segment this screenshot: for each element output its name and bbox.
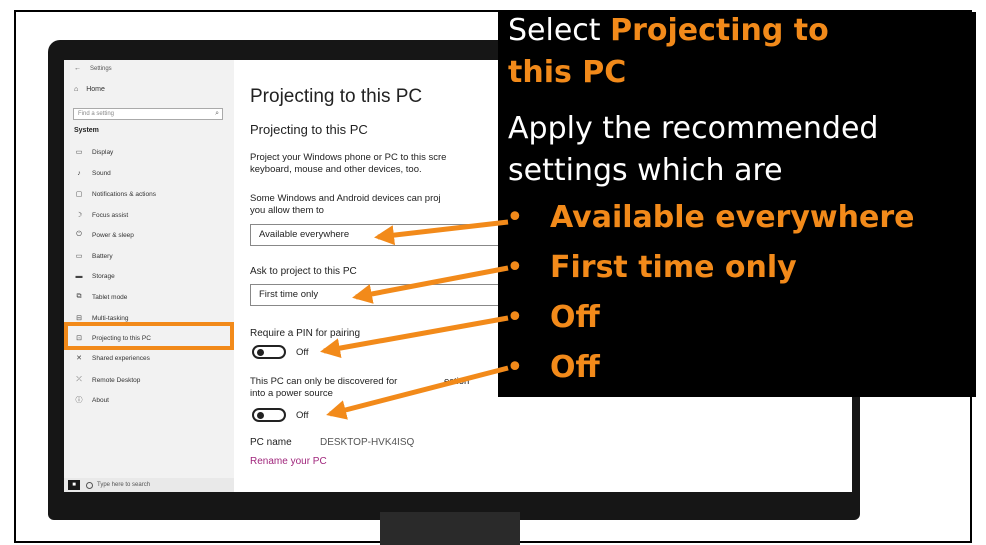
rename-pc-link[interactable]: Rename your PC <box>250 456 327 467</box>
toggle-knob <box>257 349 264 356</box>
taskbar-search-placeholder: Type here to search <box>97 482 151 488</box>
power-toggle-state: Off <box>296 410 309 421</box>
sidebar-item-label: Storage <box>92 272 115 280</box>
bullet-off-power: Off <box>550 350 600 385</box>
shared-icon: ✕ <box>76 355 82 362</box>
page-title: Projecting to this PC <box>250 86 423 107</box>
sidebar-item-power-sleep[interactable]: ⏻ Power & sleep <box>74 227 134 243</box>
sidebar-item-label: Battery <box>92 252 113 260</box>
power-source-toggle[interactable] <box>252 408 286 422</box>
taskbar: ■ Type here to search <box>64 478 234 492</box>
ask-value: First time only <box>259 289 319 300</box>
bullet-first-time-only: First time only <box>550 250 797 285</box>
instruction-line4: settings which are <box>508 153 783 188</box>
power-text-part-b: ection <box>443 376 470 387</box>
settings-sidebar: ← Settings ⌂ Home Find a setting ⌕ Syste… <box>64 60 234 492</box>
home-icon: ⌂ <box>74 86 79 93</box>
pc-name-value: DESKTOP-HVK4ISQ <box>320 437 415 448</box>
sound-icon: ♪ <box>77 169 81 177</box>
back-arrow-icon[interactable]: ← <box>74 65 81 72</box>
sidebar-item-sound[interactable]: ♪ Sound <box>74 165 111 181</box>
sidebar-item-label: About <box>92 396 109 404</box>
search-icon: ⌕ <box>215 110 219 117</box>
sidebar-item-notifications[interactable]: ▢ Notifications & actions <box>74 186 156 202</box>
ask-to-project-dropdown[interactable]: First time only <box>250 284 510 306</box>
windows-start-icon[interactable]: ■ <box>68 480 80 490</box>
toggle-knob <box>257 412 264 419</box>
sidebar-item-label: Sound <box>92 169 111 177</box>
instruction-line3: Apply the recommended <box>508 111 879 146</box>
notifications-icon: ▢ <box>75 191 83 198</box>
instruction-line1: Select Projecting to <box>508 14 829 48</box>
power-icon: ⏻ <box>76 231 82 238</box>
tablet-icon: ⧉ <box>76 293 82 300</box>
power-text-part-a: This PC can only be discovered for <box>250 376 400 387</box>
bullet-marker: • <box>506 200 524 235</box>
sidebar-item-label: Power & sleep <box>92 231 134 239</box>
sidebar-item-tablet-mode[interactable]: ⧉ Tablet mode <box>74 289 128 305</box>
sidebar-item-focus-assist[interactable]: ☽ Focus assist <box>74 207 128 223</box>
instruction-highlight-b: this PC <box>508 55 627 90</box>
highlight-box <box>64 322 234 350</box>
pin-toggle[interactable] <box>252 345 286 359</box>
remote-desktop-icon: ⤫ <box>76 376 82 383</box>
search-placeholder: Find a setting <box>78 111 115 117</box>
storage-icon: ▬ <box>75 272 83 280</box>
instruction-select: Select <box>508 13 611 48</box>
ask-to-project-label: Ask to project to this PC <box>250 266 357 277</box>
battery-icon: ▭ <box>75 253 83 260</box>
sidebar-section-label: System <box>74 127 99 134</box>
search-input[interactable]: Find a setting ⌕ <box>73 108 223 120</box>
bullet-marker: • <box>506 250 524 285</box>
multitasking-icon: ⊟ <box>76 315 82 322</box>
sidebar-item-label: Display <box>92 148 114 156</box>
sidebar-item-label: Notifications & actions <box>92 190 156 198</box>
instruction-panel: Select Projecting to this PC Apply the r… <box>498 12 976 397</box>
pin-toggle-state: Off <box>296 347 309 358</box>
monitor-stand <box>380 512 520 545</box>
instruction-highlight-a: Projecting to <box>610 13 829 48</box>
bullet-marker: • <box>506 350 524 385</box>
moon-icon: ☽ <box>75 212 83 219</box>
sidebar-item-label: Home <box>86 86 105 93</box>
availability-dropdown[interactable]: Available everywhere <box>250 224 510 246</box>
bullet-off-pin: Off <box>550 300 600 335</box>
bullet-available-everywhere: Available everywhere <box>550 200 915 235</box>
sidebar-item-label: Focus assist <box>92 211 129 219</box>
window-title: Settings <box>90 66 112 72</box>
sidebar-item-about[interactable]: ⓘ About <box>74 392 110 408</box>
taskbar-search[interactable]: Type here to search <box>86 481 151 489</box>
section-title: Projecting to this PC <box>250 122 368 137</box>
sidebar-item-label: Remote Desktop <box>92 376 141 384</box>
pin-label: Require a PIN for pairing <box>250 328 361 339</box>
sidebar-item-remote-desktop[interactable]: ⤫ Remote Desktop <box>74 372 140 388</box>
sidebar-item-storage[interactable]: ▬ Storage <box>74 268 115 284</box>
availability-value: Available everywhere <box>259 229 350 240</box>
sidebar-item-label: Tablet mode <box>92 293 128 301</box>
pc-name-label: PC name <box>250 437 292 448</box>
info-icon: ⓘ <box>75 397 83 404</box>
bullet-marker: • <box>506 300 524 335</box>
sidebar-item-battery[interactable]: ▭ Battery <box>74 248 113 264</box>
sidebar-item-label: Multi-tasking <box>92 314 129 322</box>
sidebar-item-label: Shared experiences <box>92 354 150 362</box>
sidebar-item-home[interactable]: ⌂ Home <box>74 86 105 93</box>
display-icon: ▭ <box>75 149 83 156</box>
sidebar-item-shared-experiences[interactable]: ✕ Shared experiences <box>74 350 150 366</box>
cortana-icon <box>86 481 93 489</box>
sidebar-item-display[interactable]: ▭ Display <box>74 144 114 160</box>
